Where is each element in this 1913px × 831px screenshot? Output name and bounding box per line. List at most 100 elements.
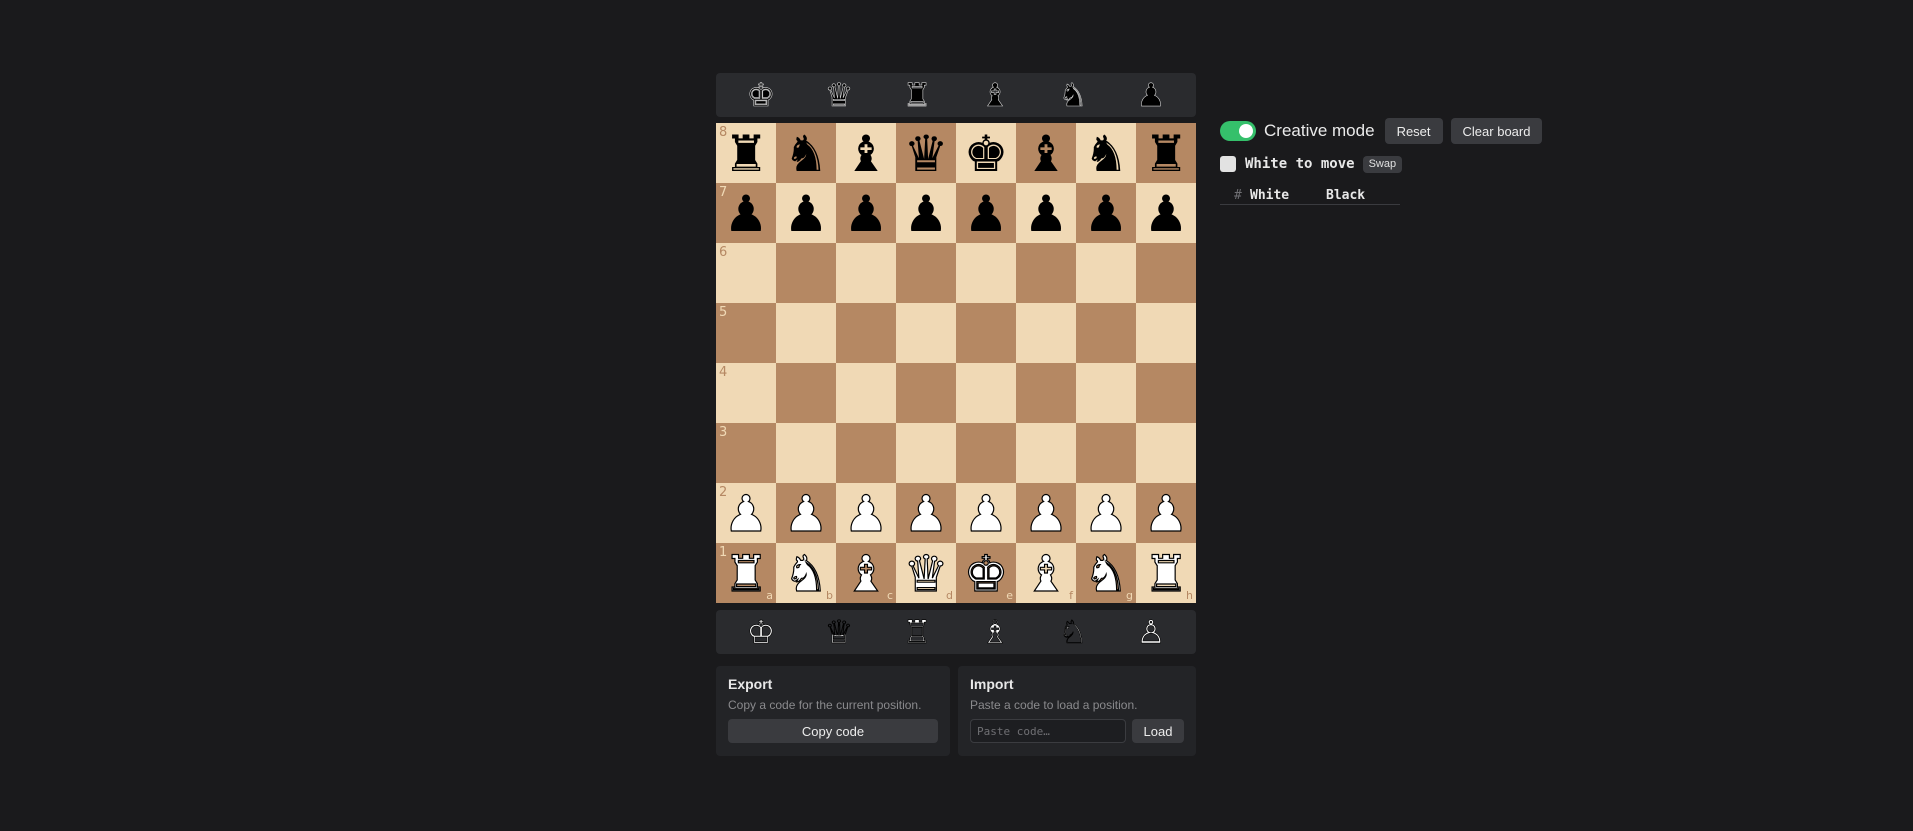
chessboard[interactable]: 8 ♜ ♞ ♝ ♛ ♚ ♝ ♞ ♜ 7 ♟ ♟ ♟ ♟ ♟ ♟ ♟ ♟ 6 5 4 3 2 ♟ ♟ ♟ ♟ ♟ ♟ ♟ ♟ 1 a ♜ b ♞ c ♝ d ♛… — [716, 123, 1196, 604]
white-pawn-piece[interactable]: ♟ — [716, 483, 776, 543]
black-bishop-piece[interactable]: ♝ — [836, 123, 896, 183]
square-b6[interactable] — [776, 243, 836, 303]
swap-button[interactable]: Swap — [1362, 155, 1403, 173]
white-rook-piece[interactable]: ♜ — [1136, 543, 1196, 603]
black-pawn-piece[interactable]: ♟ — [956, 183, 1016, 243]
clear-board-button[interactable]: Clear board — [1450, 118, 1543, 144]
black-bishop-tray-piece[interactable]: ♝ — [971, 73, 1019, 117]
square-f2[interactable]: ♟ — [1016, 483, 1076, 544]
square-b3[interactable] — [776, 423, 836, 483]
square-d6[interactable] — [896, 243, 956, 303]
white-pawn-piece[interactable]: ♟ — [1136, 483, 1196, 543]
square-d8[interactable]: ♛ — [896, 123, 956, 183]
black-rook-tray-piece[interactable]: ♜ — [893, 73, 941, 117]
square-g6[interactable] — [1076, 243, 1136, 303]
square-a7[interactable]: 7 ♟ — [716, 183, 776, 243]
square-b4[interactable] — [776, 363, 836, 423]
reset-button[interactable]: Reset — [1384, 118, 1443, 144]
square-c8[interactable]: ♝ — [836, 123, 896, 183]
square-b1[interactable]: b ♞ — [776, 543, 836, 604]
square-e3[interactable] — [956, 423, 1016, 483]
square-a8[interactable]: 8 ♜ — [716, 123, 776, 183]
white-pawn-piece[interactable]: ♟ — [1076, 483, 1136, 543]
black-pawn-piece[interactable]: ♟ — [836, 183, 896, 243]
square-b7[interactable]: ♟ — [776, 183, 836, 243]
square-h6[interactable] — [1136, 243, 1196, 303]
square-f7[interactable]: ♟ — [1016, 183, 1076, 243]
black-knight-piece[interactable]: ♞ — [1076, 123, 1136, 183]
square-a1[interactable]: 1 a ♜ — [716, 543, 776, 604]
black-rook-piece[interactable]: ♜ — [716, 123, 776, 183]
square-d5[interactable] — [896, 303, 956, 363]
square-e6[interactable] — [956, 243, 1016, 303]
square-d7[interactable]: ♟ — [896, 183, 956, 243]
square-e1[interactable]: e ♚ — [956, 543, 1016, 604]
square-g2[interactable]: ♟ — [1076, 483, 1136, 544]
black-knight-tray-piece[interactable]: ♞ — [1049, 73, 1097, 117]
white-king-tray-piece[interactable]: ♔ — [737, 610, 785, 654]
black-pawn-tray-piece[interactable]: ♟ — [1127, 73, 1175, 117]
white-knight-piece[interactable]: ♞ — [776, 543, 836, 603]
white-bishop-tray-piece[interactable]: ♗ — [971, 610, 1019, 654]
white-knight-piece[interactable]: ♞ — [1076, 543, 1136, 603]
white-rook-piece[interactable]: ♜ — [716, 543, 776, 603]
square-c7[interactable]: ♟ — [836, 183, 896, 243]
square-a2[interactable]: 2 ♟ — [716, 483, 776, 544]
square-g5[interactable] — [1076, 303, 1136, 363]
square-e5[interactable] — [956, 303, 1016, 363]
black-queen-piece[interactable]: ♛ — [896, 123, 956, 183]
black-pawn-piece[interactable]: ♟ — [896, 183, 956, 243]
square-e4[interactable] — [956, 363, 1016, 423]
white-rook-tray-piece[interactable]: ♖ — [893, 610, 941, 654]
square-b2[interactable]: ♟ — [776, 483, 836, 544]
square-g8[interactable]: ♞ — [1076, 123, 1136, 183]
black-knight-piece[interactable]: ♞ — [776, 123, 836, 183]
square-b5[interactable] — [776, 303, 836, 363]
square-a5[interactable]: 5 — [716, 303, 776, 363]
black-king-piece[interactable]: ♚ — [956, 123, 1016, 183]
black-pawn-piece[interactable]: ♟ — [1016, 183, 1076, 243]
square-h7[interactable]: ♟ — [1136, 183, 1196, 243]
black-pawn-piece[interactable]: ♟ — [1136, 183, 1196, 243]
square-h5[interactable] — [1136, 303, 1196, 363]
black-king-tray-piece[interactable]: ♚ — [737, 73, 785, 117]
black-pawn-piece[interactable]: ♟ — [716, 183, 776, 243]
square-g4[interactable] — [1076, 363, 1136, 423]
white-knight-tray-piece[interactable]: ♘ — [1049, 610, 1097, 654]
square-e7[interactable]: ♟ — [956, 183, 1016, 243]
square-f8[interactable]: ♝ — [1016, 123, 1076, 183]
square-g7[interactable]: ♟ — [1076, 183, 1136, 243]
white-king-piece[interactable]: ♚ — [956, 543, 1016, 603]
white-pawn-piece[interactable]: ♟ — [956, 483, 1016, 543]
square-g1[interactable]: g ♞ — [1076, 543, 1136, 604]
white-pawn-piece[interactable]: ♟ — [836, 483, 896, 543]
black-pawn-piece[interactable]: ♟ — [776, 183, 836, 243]
square-f3[interactable] — [1016, 423, 1076, 483]
square-e2[interactable]: ♟ — [956, 483, 1016, 544]
square-c3[interactable] — [836, 423, 896, 483]
import-code-input[interactable] — [970, 719, 1126, 743]
square-e8[interactable]: ♚ — [956, 123, 1016, 183]
square-h8[interactable]: ♜ — [1136, 123, 1196, 183]
white-queen-piece[interactable]: ♛ — [896, 543, 956, 603]
square-c5[interactable] — [836, 303, 896, 363]
square-a6[interactable]: 6 — [716, 243, 776, 303]
copy-code-button[interactable]: Copy code — [728, 719, 938, 743]
square-a3[interactable]: 3 — [716, 423, 776, 483]
square-d4[interactable] — [896, 363, 956, 423]
black-rook-piece[interactable]: ♜ — [1136, 123, 1196, 183]
square-h1[interactable]: h ♜ — [1136, 543, 1196, 604]
square-c2[interactable]: ♟ — [836, 483, 896, 544]
white-pawn-tray-piece[interactable]: ♙ — [1127, 610, 1175, 654]
square-h4[interactable] — [1136, 363, 1196, 423]
black-pawn-piece[interactable]: ♟ — [1076, 183, 1136, 243]
white-bishop-piece[interactable]: ♝ — [836, 543, 896, 603]
square-a4[interactable]: 4 — [716, 363, 776, 423]
square-f6[interactable] — [1016, 243, 1076, 303]
square-f1[interactable]: f ♝ — [1016, 543, 1076, 604]
square-g3[interactable] — [1076, 423, 1136, 483]
square-b8[interactable]: ♞ — [776, 123, 836, 183]
white-pawn-piece[interactable]: ♟ — [776, 483, 836, 543]
square-d3[interactable] — [896, 423, 956, 483]
square-d1[interactable]: d ♛ — [896, 543, 956, 604]
